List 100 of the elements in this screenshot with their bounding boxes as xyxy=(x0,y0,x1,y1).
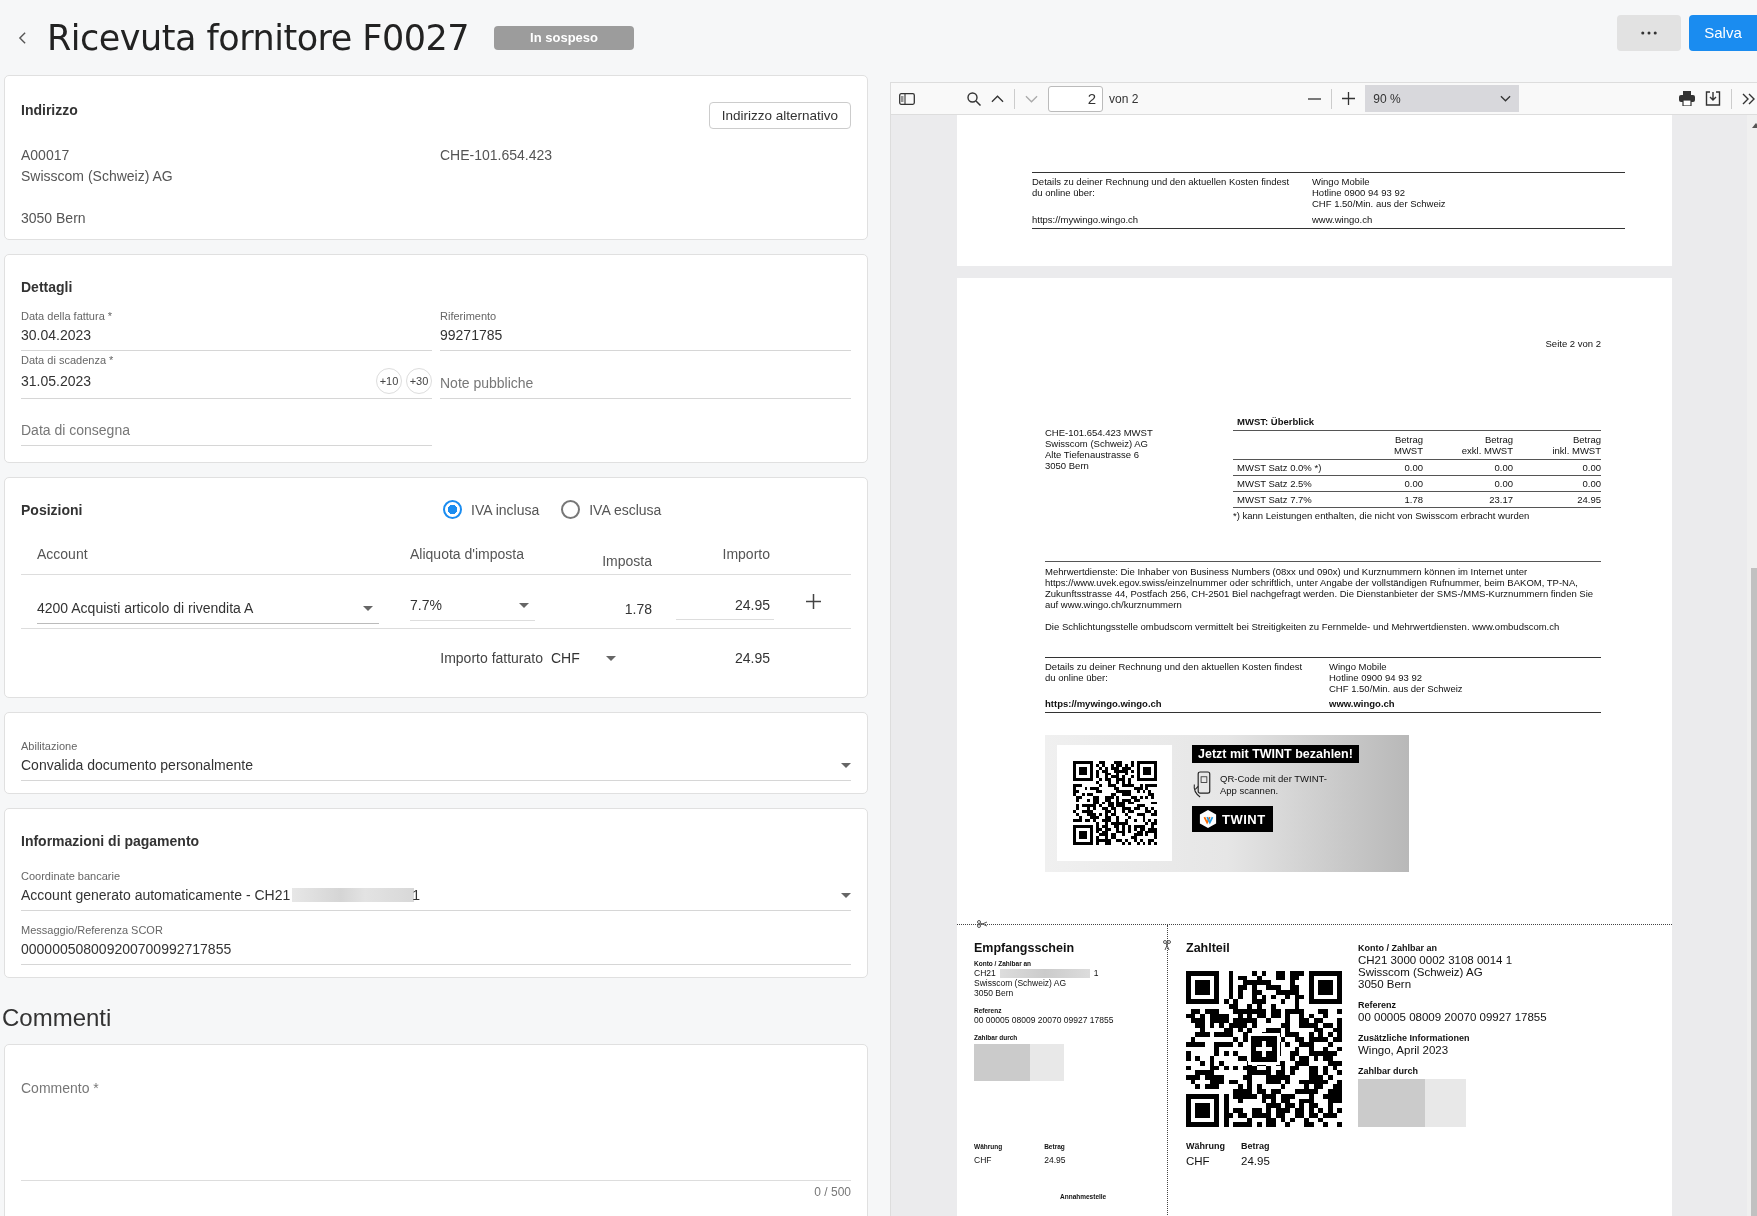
pdf-text: CHF 1.50/Min. aus der Schweiz xyxy=(1312,198,1447,209)
slip-label: Konto / Zahlbar an xyxy=(1358,943,1438,954)
slip-value: CH21 3000 0002 3108 0014 1 xyxy=(1358,954,1514,966)
pdf-table-cell-text: 23.17 xyxy=(1488,494,1513,505)
zoom-out-icon[interactable] xyxy=(1308,97,1322,100)
pdf-table-cell-text: 0.00 xyxy=(1581,462,1601,473)
pdf-table-cell-text: MWST Satz 7.7% xyxy=(1236,494,1313,505)
previous-page-icon[interactable] xyxy=(991,94,1004,103)
slip-label: Währung xyxy=(1186,1141,1225,1152)
input-field[interactable]: Riferimento 99271785 xyxy=(440,303,851,351)
page-count: von 2 xyxy=(1109,91,1139,106)
slip-value: Swisscom (Schweiz) AG xyxy=(1358,966,1484,978)
pdf-table-cell-text: MWST Satz 0.0% *) xyxy=(1236,462,1323,473)
vat-mode-radio[interactable]: IVA esclusa xyxy=(561,500,662,519)
vat-mode-radio[interactable]: IVA inclusa xyxy=(443,500,540,519)
dropdown-icon xyxy=(841,762,851,768)
dropdown-icon xyxy=(841,892,851,898)
slip-value: CH21 1 xyxy=(974,968,1100,978)
scroll-up-icon[interactable] xyxy=(1751,123,1757,128)
slip-value: 24.95 xyxy=(1044,1155,1066,1165)
address-line: A00017 xyxy=(21,146,71,165)
tax-rate-select[interactable]: 7.7% xyxy=(410,590,535,621)
pdf-text: Wingo Mobile xyxy=(1312,176,1371,187)
slip-value: CHF xyxy=(974,1155,993,1165)
slip-label: Betrag xyxy=(1241,1141,1270,1152)
more-icon xyxy=(1641,30,1657,35)
sidebar-toggle-icon[interactable] xyxy=(899,92,915,105)
comment-field[interactable]: Commento * xyxy=(21,1073,851,1181)
pdf-text: Details zu deiner Rechnung und den aktuellen Kosten findest du online über: xyxy=(1032,176,1291,198)
page-number-field[interactable]: 2 xyxy=(1048,85,1103,112)
currency-select[interactable]: CHF xyxy=(551,650,616,666)
input-field[interactable]: Data di scadenza * 31.05.2023 +10 +30 xyxy=(21,351,432,399)
pdf-table-cell-text: 0.00 xyxy=(1581,478,1601,489)
dropdown-icon xyxy=(363,605,373,611)
section-heading: Indirizzo xyxy=(21,102,78,118)
section-heading: Dettagli xyxy=(21,278,74,295)
page-title: Ricevuta fornitore F0027 xyxy=(47,17,470,58)
add-icon[interactable] xyxy=(806,594,821,609)
address-line: 3050 Bern xyxy=(21,209,87,228)
payment-part-title: Zahlteil xyxy=(1186,941,1231,955)
input-field[interactable]: Note pubbliche xyxy=(440,351,851,399)
column-header: Imposta xyxy=(601,552,653,569)
pdf-table-cell-text: MWST Satz 2.5% xyxy=(1236,478,1313,489)
scissors-icon xyxy=(977,920,987,928)
pdf-text: Swisscom (Schweiz) AG xyxy=(1045,438,1149,449)
pdf-text: Details zu deiner Rechnung und den aktuellen Kosten findest du online über: xyxy=(1045,661,1304,683)
twint-logo: TWINT xyxy=(1192,806,1273,832)
scissors-icon xyxy=(1163,940,1171,950)
date-shortcut-button[interactable]: +10 xyxy=(376,368,402,394)
slip-value: CHF xyxy=(1186,1155,1211,1167)
slip-value: 3050 Bern xyxy=(974,988,1015,998)
zoom-select[interactable]: 90 % xyxy=(1365,85,1520,112)
account-select[interactable]: 4200 Acquisti articolo di rivendita A xyxy=(37,593,379,624)
slip-value: Wingo, April 2023 xyxy=(1358,1044,1450,1056)
section-heading: Posizioni xyxy=(21,501,84,518)
pdf-paragraph: Die Schlichtungsstelle ombudscom vermittelt bei Streitigkeiten zu Fernmelde- und Mehrwertdiensten. www.ombudscom.ch xyxy=(1045,621,1561,632)
alternative-address-button[interactable]: Indirizzo alternativo xyxy=(708,102,851,129)
slip-label: Referenz xyxy=(1358,1000,1397,1011)
reference-field[interactable]: Messaggio/Referenza SCOR 000000508009200700992717855 xyxy=(21,913,851,965)
input-field[interactable]: Data di consegna xyxy=(21,399,432,446)
pdf-text: Hotline 0900 94 93 92 xyxy=(1312,187,1406,198)
input-field[interactable]: Data della fattura * 30.04.2023 xyxy=(21,303,432,351)
search-icon[interactable] xyxy=(967,91,981,106)
pdf-text: Hotline 0900 94 93 92 xyxy=(1329,672,1423,683)
dropdown-icon xyxy=(606,655,616,661)
pdf-table-cell-text: 0.00 xyxy=(1493,478,1513,489)
address-line: Swisscom (Schweiz) AG xyxy=(21,167,174,186)
pdf-text: CHF 1.50/Min. aus der Schweiz xyxy=(1329,683,1464,694)
pdf-table-cell-text: 0.00 xyxy=(1403,478,1423,489)
pdf-table-cell-text: 0.00 xyxy=(1493,462,1513,473)
pdf-table-header: Betrag MWST xyxy=(1392,434,1423,456)
pdf-page-label: Seite 2 von 2 xyxy=(1545,338,1601,349)
twint-headline: Jetzt mit TWINT bezahlen! xyxy=(1192,745,1359,763)
zoom-in-icon[interactable] xyxy=(1342,92,1356,105)
twint-mark-icon xyxy=(1199,809,1217,829)
double-chevron-icon[interactable] xyxy=(1742,92,1757,105)
slip-value: 24.95 xyxy=(1241,1155,1270,1167)
column-header: Aliquota d'imposta xyxy=(409,545,525,562)
amount-field[interactable]: 24.95 xyxy=(676,591,774,620)
pdf-text: Alte Tiefenaustrasse 6 xyxy=(1045,449,1140,460)
slip-label: Zusätzliche Informationen xyxy=(1358,1033,1471,1044)
download-icon[interactable] xyxy=(1705,91,1722,106)
slip-value: 00 00005 08009 20070 09927 17855 xyxy=(974,1015,1115,1025)
back-icon[interactable] xyxy=(18,30,27,45)
pdf-paragraph: Mehrwertdienste: Die Inhaber von Business Numbers (08xx und 090x) und Kurznummern können im Internet unter https://www.uvek.egov.swiss/einzelnummer oder schriftlich, unter Angabe der vollständigen Rufnummer, beim BAKOM, TP-NA, Zukunftsstrasse 44, Postfach 256, CH-2501 Biel nachgefragt werden. Die Dienstanbieter der SMS-/MMS-Kurznummern finden Sie auf www.wingo.ch/kurznummern xyxy=(1045,566,1595,610)
slip-value: 3050 Bern xyxy=(1358,978,1413,990)
pdf-text: QR-Code mit der TWINT-App scannen. xyxy=(1220,772,1328,797)
character-counter: 0 / 500 xyxy=(814,1185,851,1199)
section-heading: Informazioni di pagamento xyxy=(21,832,201,849)
pdf-footnote: *) kann Leistungen enthalten, die nicht von Swisscom erbracht wurden xyxy=(1233,509,1531,521)
bank-account-select[interactable]: Coordinate bancarie Account generato automaticamente - CH21 1 xyxy=(21,859,851,911)
dropdown-icon xyxy=(519,602,529,608)
print-icon[interactable] xyxy=(1679,91,1696,106)
column-header: Account xyxy=(36,545,89,562)
date-shortcut-button[interactable]: +30 xyxy=(406,368,432,394)
comments-heading: Commenti xyxy=(2,1004,113,1032)
column-header: Importo xyxy=(721,545,771,562)
pdf-table-cell-text: 24.95 xyxy=(1576,494,1601,505)
chevron-icon xyxy=(1500,95,1512,102)
pdf-table-header: Betrag inkl. MWST xyxy=(1551,434,1601,456)
